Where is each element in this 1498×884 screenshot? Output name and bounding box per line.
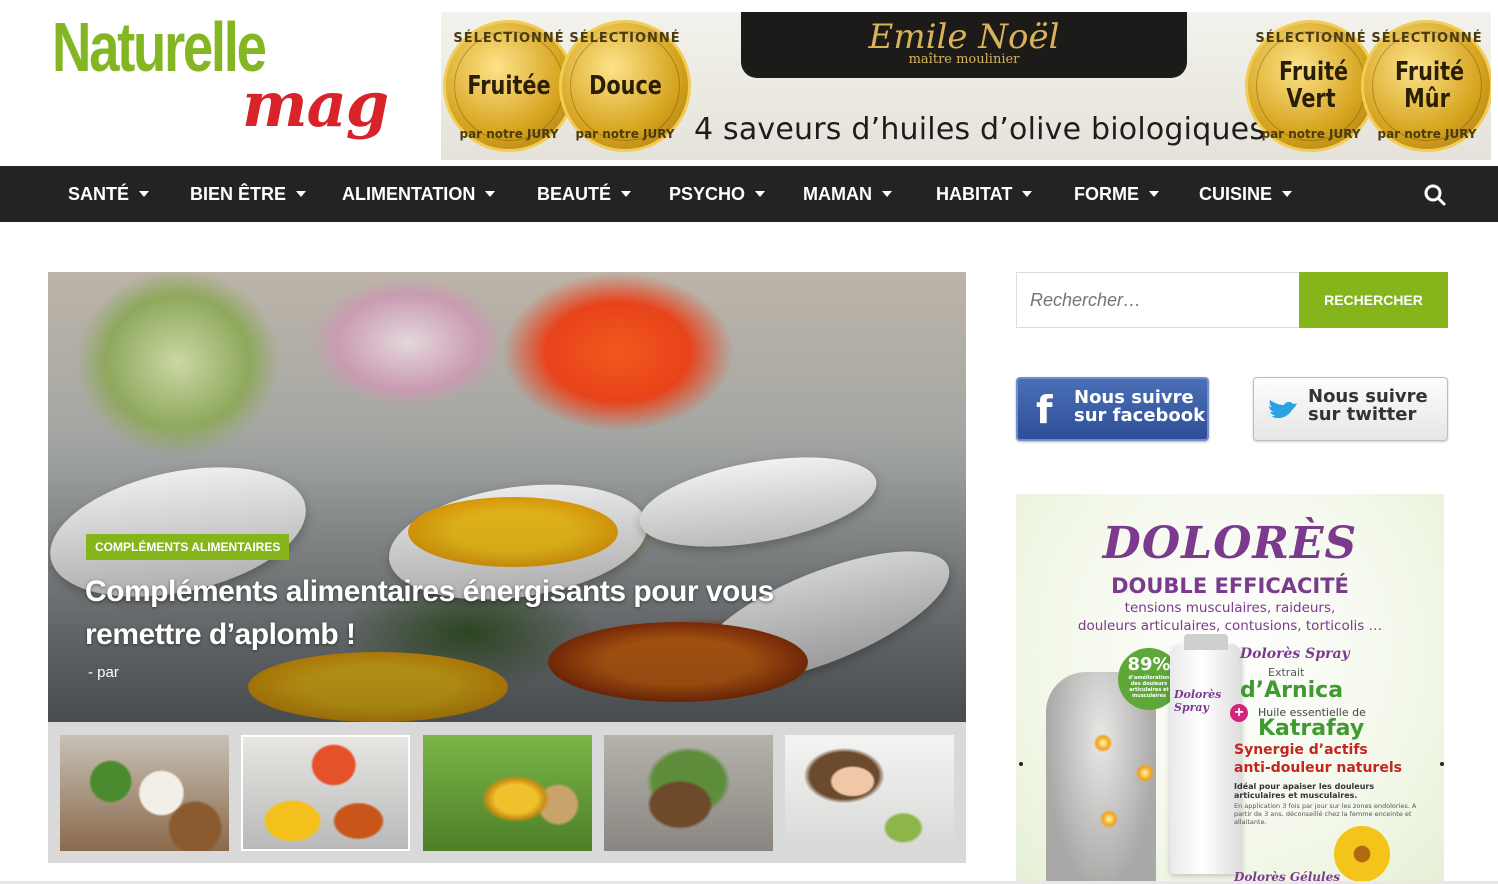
caret-down-icon <box>139 191 150 198</box>
caret-down-icon <box>882 191 892 198</box>
search-icon[interactable] <box>1422 182 1448 208</box>
nav-item-beaute[interactable]: BEAUTÉ <box>537 166 632 222</box>
thumb-supplements[interactable] <box>241 735 410 851</box>
search-button[interactable]: RECHERCHER <box>1299 272 1448 328</box>
nav-item-habitat[interactable]: HABITAT <box>936 166 1033 222</box>
caret-down-icon <box>1022 191 1033 198</box>
plus-icon: + <box>1230 704 1248 722</box>
nav-item-maman[interactable]: MAMAN <box>803 166 892 222</box>
pain-spot-icon <box>1100 810 1118 828</box>
nav-item-bien-etre[interactable]: BIEN ÊTRE <box>190 166 307 222</box>
search-field[interactable] <box>1016 272 1300 328</box>
ad-headline: DOUBLE EFFICACITÉ <box>1111 574 1349 598</box>
thumb-herbs[interactable] <box>604 735 773 851</box>
nav-item-psycho[interactable]: PSYCHO <box>669 166 766 222</box>
ad-subtext: tensions musculaires, raideurs, <box>1124 600 1336 616</box>
logo-text-mag: mag <box>242 68 389 141</box>
twitter-follow-button[interactable]: Nous suivre sur twitter <box>1253 377 1448 441</box>
caret-down-icon <box>485 191 496 198</box>
dolores-advertisement[interactable]: DOLORÈS DOUBLE EFFICACITÉ tensions muscu… <box>1016 494 1444 884</box>
thumbnail-strip <box>48 722 966 863</box>
advertisement-banner[interactable]: SÉLECTIONNÉ Fruitée par notre JURY SÉLEC… <box>441 12 1491 160</box>
category-badge[interactable]: COMPLÉMENTS ALIMENTAIRES <box>86 534 290 560</box>
award-medal: SÉLECTIONNÉ Fruité Mûr par notre JURY <box>1361 20 1491 152</box>
thumb-dairy-nuts[interactable] <box>60 735 229 851</box>
caret-down-icon <box>621 191 632 198</box>
thumb-oil-bottle[interactable] <box>423 735 592 851</box>
logo-text-naturelle: Naturelle <box>52 8 267 86</box>
facebook-icon: f <box>1036 388 1053 432</box>
featured-article[interactable]: COMPLÉMENTS ALIMENTAIRES Compléments ali… <box>48 272 966 722</box>
nav-item-alimentation[interactable]: ALIMENTATION <box>342 166 496 222</box>
pain-spot-icon <box>1136 764 1154 782</box>
banner-tagline: 4 saveurs d’huiles d’olive biologiques <box>694 112 1266 147</box>
award-medal: SÉLECTIONNÉ Fruitée par notre JURY <box>443 20 575 152</box>
site-logo[interactable]: Naturelle mag <box>52 8 392 148</box>
nav-item-cuisine[interactable]: CUISINE <box>1199 166 1293 222</box>
caret-down-icon <box>1282 191 1293 198</box>
caret-down-icon <box>296 191 307 198</box>
facebook-follow-button[interactable]: f Nous suivre sur facebook <box>1016 377 1209 441</box>
thumb-woman-eating[interactable] <box>785 735 954 851</box>
pain-spot-icon <box>1094 734 1112 752</box>
search-input[interactable] <box>1017 273 1300 327</box>
caret-down-icon <box>1149 191 1159 198</box>
arnica-flower-image <box>1334 826 1390 882</box>
site-header: Naturelle mag SÉLECTIONNÉ Fruitée par no… <box>0 0 1498 166</box>
brand-logo: Emile Noël maître moulinier <box>741 12 1187 78</box>
nav-item-sante[interactable]: SANTÉ <box>68 166 150 222</box>
spray-bottle-image: Dolorès Spray <box>1170 634 1242 874</box>
main-navigation: SANTÉ BIEN ÊTRE ALIMENTATION BEAUTÉ PSYC… <box>0 166 1498 222</box>
ad-brand: DOLORÈS <box>1102 518 1358 569</box>
award-medal: SÉLECTIONNÉ Douce par notre JURY <box>559 20 691 152</box>
article-title[interactable]: Compléments alimentaires énergisants pou… <box>85 570 845 656</box>
article-meta: - par <box>88 664 119 681</box>
nav-item-forme[interactable]: FORME <box>1074 166 1159 222</box>
twitter-bird-icon <box>1268 400 1297 419</box>
award-medal: SÉLECTIONNÉ Fruité Vert par notre JURY <box>1245 20 1377 152</box>
caret-down-icon <box>755 191 766 198</box>
ad-subtext: douleurs articulaires, contusions, torti… <box>1077 618 1383 634</box>
